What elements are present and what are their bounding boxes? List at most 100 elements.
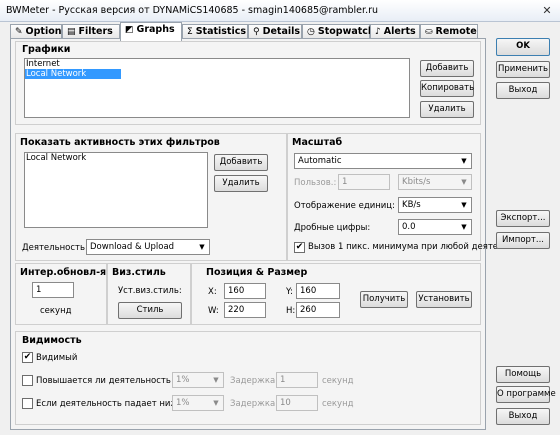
export-button[interactable]: Экспорт...	[496, 210, 550, 227]
x-label: X:	[208, 287, 217, 297]
exit-bottom-button[interactable]: Выход	[496, 408, 550, 425]
units-value: KB/s	[402, 200, 421, 210]
tab-graphs[interactable]: ◩ Graphs	[120, 22, 182, 41]
rise-checkbox[interactable]	[22, 375, 33, 386]
visibility-group: Видимость ✔ Видимый Повышается ли деятел…	[15, 331, 481, 425]
custom-unit-value: Kbits/s	[402, 177, 431, 187]
custom-scale-input[interactable]: 1	[338, 174, 390, 190]
graphs-group-title: Графики	[22, 44, 71, 55]
get-position-button[interactable]: Получить	[360, 291, 408, 308]
about-button[interactable]: О программе	[496, 386, 556, 403]
y-input[interactable]: 160	[296, 283, 340, 299]
options-icon: ✎	[15, 27, 23, 37]
exit-top-button[interactable]: Выход	[496, 82, 550, 99]
fall-seconds-label: секунд	[322, 399, 354, 409]
chevron-down-icon: ▼	[199, 243, 205, 251]
list-item[interactable]: Local Network	[25, 69, 121, 79]
stopwatch-icon: ◷	[307, 27, 315, 37]
rise-percent-select[interactable]: 1% ▼	[172, 372, 224, 388]
activity-label: Деятельность:	[22, 243, 88, 253]
update-interval-group: Интер.обновл-я 1 секунд	[15, 263, 107, 325]
y-label: Y:	[286, 287, 293, 297]
statistics-icon: Σ	[187, 27, 193, 37]
h-label: H:	[286, 306, 296, 316]
units-label: Отображение единиц:	[294, 201, 395, 211]
remote-icon: ⛀	[425, 27, 433, 37]
fall-delay-label: Задержка:	[230, 399, 279, 409]
rise-seconds-label: секунд	[322, 376, 354, 386]
list-item[interactable]: Local Network	[25, 153, 207, 163]
delete-graph-button[interactable]: Удалить	[420, 101, 474, 118]
w-label: W:	[208, 306, 219, 316]
tab-label: Graphs	[136, 24, 175, 35]
help-button[interactable]: Помощь	[496, 366, 550, 383]
details-icon: ⚲	[253, 27, 260, 37]
filters-group: Показать активность этих фильтров Local …	[15, 133, 287, 261]
style-button[interactable]: Стиль	[118, 302, 182, 319]
tab-label: Statistics	[195, 26, 247, 37]
visible-checkbox[interactable]: ✔	[22, 352, 33, 363]
scale-mode-value: Automatic	[298, 156, 342, 166]
delete-filter-button[interactable]: Удалить	[214, 175, 268, 192]
rise-delay-input[interactable]: 1	[276, 372, 318, 388]
fall-delay-input[interactable]: 10	[276, 395, 318, 411]
alerts-icon: ♪	[375, 27, 381, 37]
graphs-panel: Графики Internet Local Network Добавить …	[10, 38, 512, 430]
rise-delay-label: Задержка:	[230, 376, 279, 386]
visual-style-label: Уст.виз.стиль:	[118, 286, 182, 296]
chevron-down-icon: ▼	[461, 157, 467, 165]
filters-list[interactable]: Local Network	[24, 152, 208, 228]
activity-value: Download & Upload	[90, 242, 175, 252]
visual-style-title: Виз.стиль	[112, 267, 166, 278]
decimals-select[interactable]: 0.0 ▼	[398, 219, 472, 235]
set-position-button[interactable]: Установить	[416, 291, 472, 308]
units-select[interactable]: KB/s ▼	[398, 197, 472, 213]
w-input[interactable]: 220	[224, 302, 266, 318]
scale-group: Масштаб Automatic ▼ Пользов.: 1 Kbits/s …	[287, 133, 512, 261]
filters-group-title: Показать активность этих фильтров	[20, 137, 220, 148]
close-icon[interactable]: ✕	[540, 4, 554, 17]
copy-graph-button[interactable]: Копировать	[420, 80, 474, 97]
chevron-down-icon: ▼	[461, 223, 467, 231]
update-interval-title: Интер.обновл-я	[20, 267, 107, 278]
title-bar: BWMeter - Русская версия от DYNAMiCS1406…	[0, 0, 560, 22]
graphs-list[interactable]: Internet Local Network	[24, 58, 410, 118]
visual-style-group: Виз.стиль Уст.виз.стиль: Стиль	[107, 263, 191, 325]
activity-select[interactable]: Download & Upload ▼	[86, 239, 210, 255]
x-input[interactable]: 160	[224, 283, 266, 299]
ok-button[interactable]: OK	[496, 38, 550, 56]
decimals-label: Дробные цифры:	[294, 223, 371, 233]
custom-scale-label: Пользов.:	[294, 178, 337, 188]
chevron-down-icon: ▼	[461, 201, 467, 209]
filters-icon: ▤	[67, 27, 76, 37]
import-button[interactable]: Импорт...	[496, 232, 550, 249]
position-size-title: Позиция & Размер	[206, 267, 308, 278]
fall-checkbox[interactable]	[22, 398, 33, 409]
tab-label: Remote	[435, 26, 477, 37]
tab-label: Options	[25, 26, 68, 37]
graphs-group: Графики Internet Local Network Добавить …	[15, 41, 481, 125]
apply-button[interactable]: Применить	[496, 61, 550, 78]
visible-label: Видимый	[36, 353, 78, 363]
add-filter-button[interactable]: Добавить	[214, 154, 268, 171]
scale-mode-select[interactable]: Automatic ▼	[294, 153, 472, 169]
update-interval-input[interactable]: 1	[32, 282, 74, 298]
update-interval-unit: секунд	[40, 306, 72, 316]
chevron-down-icon: ▼	[461, 178, 467, 186]
rise-percent-value: 1%	[176, 375, 190, 385]
fall-percent-value: 1%	[176, 398, 190, 408]
fall-percent-select[interactable]: 1% ▼	[172, 395, 224, 411]
min-pixel-checkbox[interactable]: ✔	[294, 242, 305, 253]
h-input[interactable]: 260	[296, 302, 340, 318]
list-item[interactable]: Internet	[25, 59, 409, 69]
min-pixel-label: Вызов 1 пикс. минимума при любой деяте-т…	[308, 242, 512, 252]
scale-group-title: Масштаб	[292, 137, 343, 148]
fall-label: Если деятельность падает ниже	[36, 399, 184, 409]
tab-label: Stopwatch	[317, 26, 375, 37]
custom-unit-select[interactable]: Kbits/s ▼	[398, 174, 472, 190]
tab-label: Details	[262, 26, 301, 37]
add-graph-button[interactable]: Добавить	[420, 60, 474, 77]
graphs-icon: ◩	[125, 25, 134, 35]
decimals-value: 0.0	[402, 222, 416, 232]
tab-label: Alerts	[383, 26, 416, 37]
